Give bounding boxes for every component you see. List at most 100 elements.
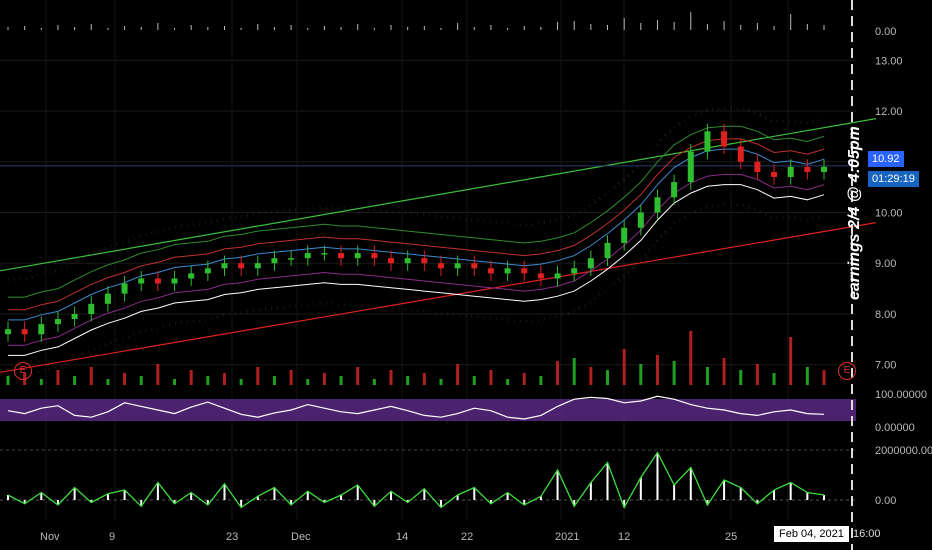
countdown-badge: 01:29:19 — [868, 171, 919, 187]
candle-body — [637, 212, 644, 228]
band-line-blue — [8, 148, 825, 321]
x-tick-label: 12 — [618, 531, 630, 543]
candle-body — [537, 273, 544, 279]
candle-body — [5, 329, 11, 335]
earnings-marker-left[interactable]: E — [14, 362, 32, 380]
candle-body — [821, 166, 827, 172]
volume-bar — [556, 361, 560, 385]
candle-body — [71, 313, 78, 320]
candle-body — [104, 293, 111, 304]
volume-bar — [106, 379, 110, 385]
y-tick-label: 13.00 — [875, 55, 903, 67]
candle-body — [554, 273, 561, 279]
earnings-marker-right[interactable]: E — [838, 362, 856, 380]
candle-body — [38, 324, 45, 335]
candle-body — [288, 258, 295, 260]
volume-bar — [606, 370, 610, 385]
candle-body — [338, 253, 345, 259]
volume-bar — [489, 370, 493, 385]
x-tick-label: Nov — [40, 531, 60, 543]
candle-body — [721, 131, 728, 147]
volume-bar — [173, 379, 177, 385]
volume-bar — [755, 364, 759, 385]
volume-bar — [522, 373, 526, 385]
candle-body — [737, 146, 744, 162]
oscillator-panel — [0, 449, 856, 510]
x-tick-label: 23 — [226, 531, 238, 543]
x-tick-label: 2021 — [555, 531, 579, 543]
candle-body — [154, 278, 161, 284]
volume-bar — [156, 364, 160, 385]
lower-trend-line — [0, 222, 877, 373]
band-line-red-1 — [8, 138, 825, 311]
y-tick-label: 9.00 — [875, 258, 896, 270]
candle-body — [221, 263, 228, 269]
candle-body — [404, 258, 411, 264]
volume-bar — [6, 376, 10, 385]
candle-body — [571, 268, 578, 274]
candle-body — [804, 166, 811, 172]
volume-bar — [73, 376, 77, 385]
candle-body — [388, 258, 395, 264]
candle-body — [188, 273, 195, 279]
volume-bar — [372, 379, 376, 385]
volume-bar — [439, 379, 443, 385]
volume-bar — [222, 373, 226, 385]
candle-body — [371, 253, 378, 259]
volume-bar — [189, 370, 193, 385]
candle-body — [321, 253, 328, 255]
osc-line — [7, 451, 825, 510]
volume-bar — [472, 376, 476, 385]
candle-body — [171, 278, 178, 284]
candle-body — [471, 263, 478, 269]
candle-body — [121, 283, 128, 294]
volume-bar — [389, 370, 393, 385]
candle-body — [771, 171, 778, 177]
y-tick-label: 12.00 — [875, 106, 903, 118]
volume-bar — [339, 376, 343, 385]
volume-bar — [689, 331, 693, 385]
osc-y-tick: 2000000.00 — [875, 445, 932, 457]
volume-bar — [322, 373, 326, 385]
volume-bar — [705, 367, 709, 385]
volume-bar — [655, 355, 659, 385]
osc-y-tick: 0.00 — [875, 495, 896, 507]
rsi-y-tick: 100.00000 — [875, 389, 927, 401]
volume-bar — [422, 373, 426, 385]
volume-bar — [306, 379, 310, 385]
candle-body — [54, 319, 61, 325]
volume-bar — [572, 358, 576, 385]
candle-body — [487, 268, 494, 274]
volume-bar — [56, 370, 60, 385]
candle-body — [238, 263, 245, 269]
candle-body — [138, 278, 145, 284]
chart-grid — [0, 0, 856, 520]
candle-body — [437, 263, 444, 269]
candle-body — [754, 161, 761, 172]
x-tick-label: 14 — [396, 531, 408, 543]
volume-bar — [639, 364, 643, 385]
volume-bar — [356, 367, 360, 385]
candle-body — [587, 258, 594, 269]
price-panel — [0, 106, 877, 385]
candle-body — [787, 166, 794, 177]
candle-body — [671, 182, 678, 198]
volume-bar — [822, 370, 826, 385]
crosshair-date-label: Feb 04, 2021 — [774, 526, 849, 542]
rsi-band — [0, 399, 856, 421]
y-axis[interactable]: 13.0012.0011.0010.009.008.007.000.00100.… — [851, 0, 932, 550]
volume-bar — [672, 361, 676, 385]
last-price-badge: 10.92 — [868, 151, 904, 167]
x-tick-label: 22 — [461, 531, 473, 543]
volume-bar — [722, 358, 726, 385]
y-tick-label: 10.00 — [875, 208, 903, 220]
candle-body — [21, 329, 28, 335]
volume-bar — [539, 376, 543, 385]
candle-body — [687, 151, 694, 183]
volume-panel — [7, 12, 825, 30]
volume-bar — [622, 349, 626, 385]
x-axis[interactable]: Nov 9 23 Dec 14 22 2021 12 25 — [40, 531, 737, 543]
candle-body — [704, 131, 711, 152]
rsi-panel — [0, 395, 856, 421]
volume-bar — [256, 367, 260, 385]
